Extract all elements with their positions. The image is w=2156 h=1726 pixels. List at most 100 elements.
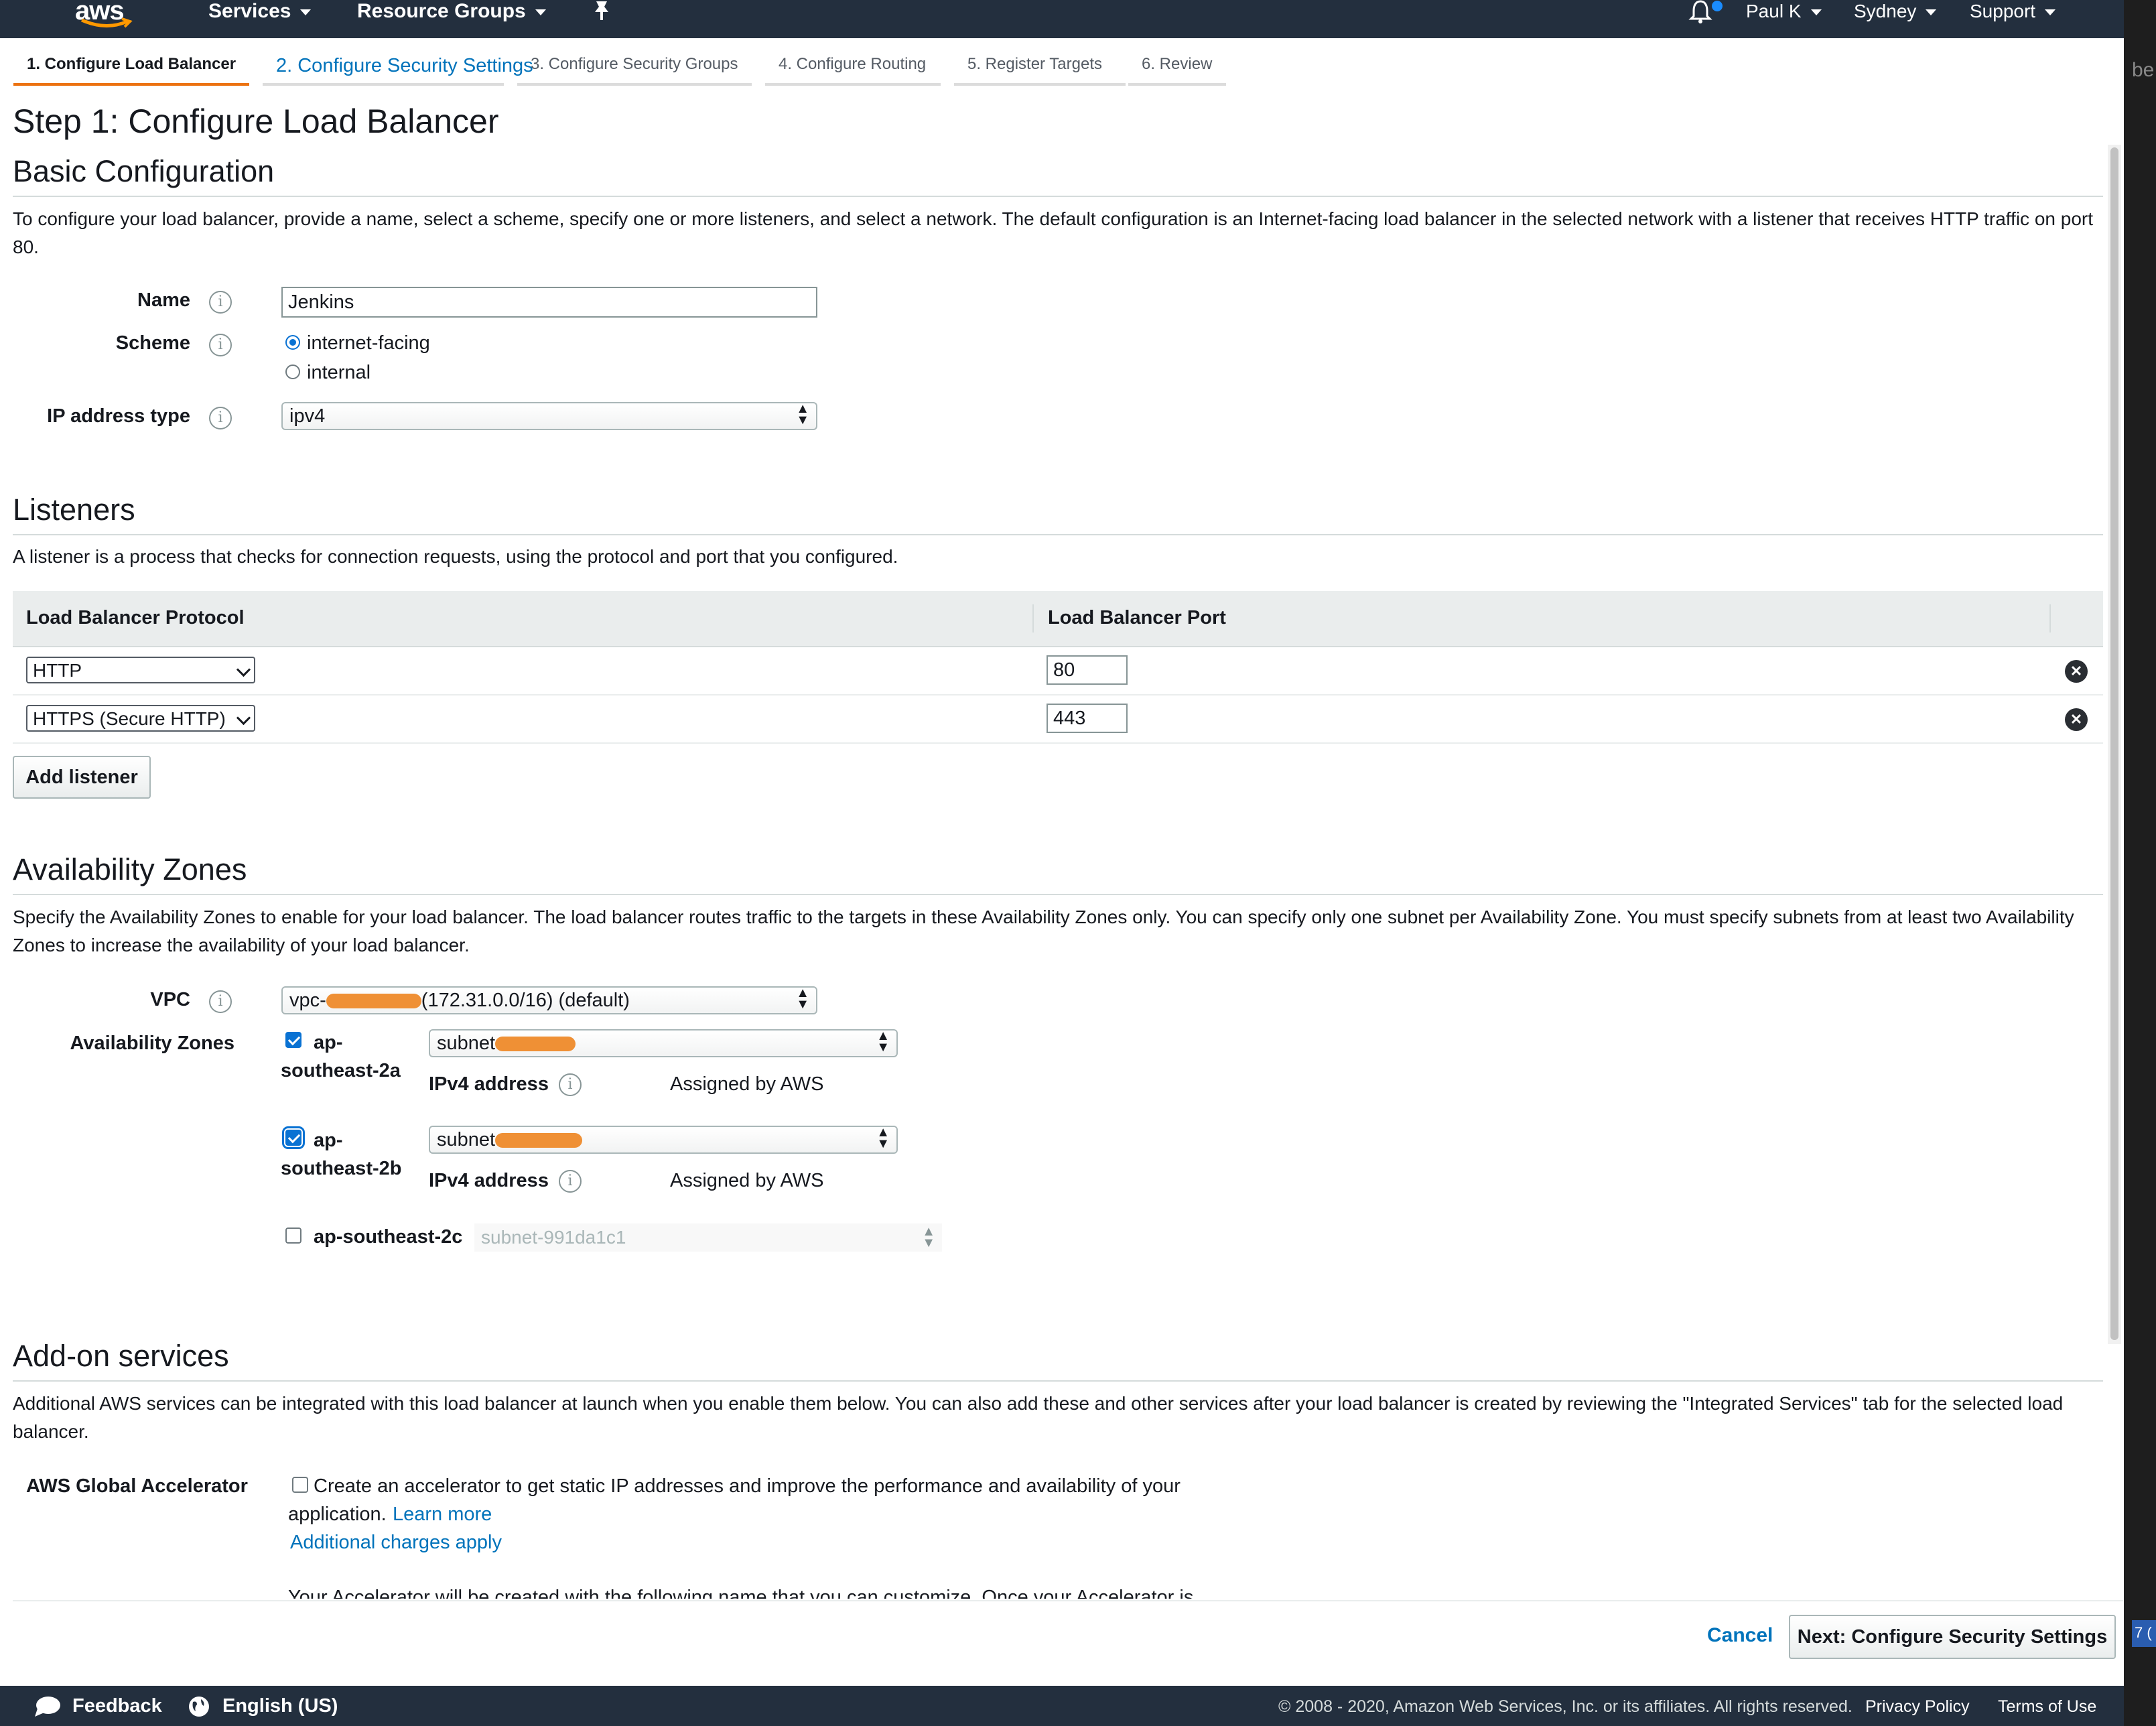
cancel-link[interactable]: Cancel: [1707, 1624, 1773, 1647]
select-arrows-icon: ▲ ▼: [796, 986, 809, 1012]
tab-underline: [1128, 83, 1226, 86]
edge-text-fragment: be: [2132, 59, 2155, 81]
info-icon[interactable]: i: [559, 1073, 582, 1096]
edge-tab[interactable]: 7 (: [2132, 1620, 2156, 1647]
add-listener-button[interactable]: Add listener: [13, 756, 151, 799]
zone-2b-name-line2: southeast-2b: [281, 1158, 402, 1179]
top-navigation-bar: aws Services Resource Groups Paul K Sydn…: [0, 0, 2124, 38]
global-accelerator-label: AWS Global Accelerator: [26, 1475, 248, 1497]
column-header-port: Load Balancer Port: [1048, 607, 1226, 628]
ip-address-type-select[interactable]: ipv4 ▲ ▼: [281, 402, 817, 430]
aws-smile-icon: [80, 17, 133, 28]
section-divider: [13, 196, 2103, 197]
port-input[interactable]: [1047, 655, 1128, 685]
tab-register-targets[interactable]: 5. Register Targets: [967, 55, 1102, 74]
info-icon[interactable]: i: [209, 334, 232, 356]
services-menu[interactable]: Services: [208, 0, 312, 23]
terms-of-use-link[interactable]: Terms of Use: [1998, 1697, 2096, 1717]
console-footer: Feedback English (US) © 2008 - 2020, Ama…: [0, 1686, 2124, 1726]
tab-review[interactable]: 6. Review: [1142, 55, 1212, 74]
select-arrows-icon: ▲ ▼: [876, 1028, 890, 1055]
next-configure-security-settings-button[interactable]: Next: Configure Security Settings: [1789, 1615, 2116, 1659]
ip-address-type-label: IP address type: [47, 405, 190, 427]
language-selector[interactable]: English (US): [222, 1695, 338, 1717]
listeners-heading: Listeners: [13, 492, 135, 527]
protocol-value: HTTPS (Secure HTTP): [33, 708, 226, 729]
subnet-prefix: subnet: [437, 1033, 496, 1054]
protocol-value: HTTP: [33, 660, 82, 681]
availability-zones-heading: Availability Zones: [13, 852, 247, 886]
zone-2b-name-line1: ap-: [314, 1130, 343, 1151]
ipv4-address-value: Assigned by AWS: [670, 1073, 824, 1095]
feedback-icon: [35, 1697, 60, 1717]
basic-configuration-heading: Basic Configuration: [13, 154, 275, 188]
vertical-scrollbar[interactable]: [2108, 145, 2121, 1344]
column-header-protocol: Load Balancer Protocol: [26, 607, 245, 628]
availability-zones-description: Specify the Availability Zones to enable…: [13, 907, 2074, 955]
global-accelerator-text: Create an accelerator to get static IP a…: [314, 1475, 1181, 1497]
protocol-select[interactable]: HTTP: [26, 657, 255, 683]
pin-icon[interactable]: [592, 0, 611, 21]
vpc-cidr: (172.31.0.0/16) (default): [421, 990, 630, 1011]
select-arrows-icon: ▲ ▼: [796, 401, 809, 427]
subnet-prefix: subnet: [437, 1129, 496, 1150]
zone-2a-checkbox[interactable]: [285, 1032, 301, 1048]
support-menu[interactable]: Support: [1970, 0, 2056, 23]
global-accelerator-checkbox[interactable]: [292, 1477, 308, 1493]
services-label: Services: [208, 0, 291, 22]
name-label: Name: [137, 289, 190, 311]
global-accelerator-text-cont: application.: [288, 1504, 387, 1525]
info-icon[interactable]: i: [209, 990, 232, 1013]
learn-more-link[interactable]: Learn more: [393, 1504, 492, 1526]
availability-zones-label: Availability Zones: [70, 1033, 235, 1054]
column-separator: [2049, 604, 2051, 633]
zone-2b-checkbox[interactable]: [282, 1126, 305, 1149]
chevron-down-icon: [2045, 9, 2056, 16]
zone-2c-name: ap-southeast-2c: [314, 1226, 463, 1248]
zone-2c-subnet-select-disabled: subnet-991da1c1 ▲ ▼: [474, 1223, 942, 1252]
resource-groups-menu[interactable]: Resource Groups: [357, 0, 546, 23]
info-icon[interactable]: i: [209, 291, 232, 314]
tab-configure-security-settings[interactable]: 2. Configure Security Settings: [276, 55, 533, 77]
scheme-label: Scheme: [115, 332, 190, 354]
scheme-internal-radio[interactable]: [285, 364, 300, 379]
tab-underline: [517, 83, 752, 86]
vpc-select[interactable]: vpc- (172.31.0.0/16) (default) ▲ ▼: [281, 986, 817, 1014]
select-arrows-icon: ▲ ▼: [876, 1125, 890, 1151]
protocol-select[interactable]: HTTPS (Secure HTTP): [26, 705, 255, 732]
tab-configure-routing[interactable]: 4. Configure Routing: [779, 55, 926, 74]
bell-icon[interactable]: [1688, 0, 1712, 24]
globe-icon: [189, 1697, 209, 1717]
scheme-internet-facing-label[interactable]: internet-facing: [307, 332, 430, 354]
remove-listener-icon[interactable]: ✕: [2065, 660, 2088, 683]
redacted-mark: [495, 1037, 576, 1052]
info-icon[interactable]: i: [559, 1170, 582, 1193]
name-input[interactable]: [281, 287, 817, 318]
vpc-label: VPC: [150, 989, 190, 1010]
tab-active-underline: [13, 83, 249, 86]
zone-2c-checkbox[interactable]: [285, 1227, 301, 1244]
edge-tab-label: 7 (: [2135, 1624, 2152, 1641]
feedback-link[interactable]: Feedback: [72, 1695, 162, 1717]
user-menu[interactable]: Paul K: [1746, 0, 1822, 23]
tab-underline: [954, 83, 1126, 86]
right-edge-panel: be 7 (: [2124, 0, 2156, 1726]
additional-charges-link[interactable]: Additional charges apply: [290, 1532, 502, 1554]
scheme-internal-label[interactable]: internal: [307, 362, 370, 384]
privacy-policy-link[interactable]: Privacy Policy: [1865, 1697, 1970, 1717]
scheme-internet-facing-radio[interactable]: [285, 335, 300, 350]
zone-2b-subnet-select[interactable]: subnet ▲ ▼: [429, 1126, 898, 1154]
section-divider: [13, 894, 2103, 895]
remove-listener-icon[interactable]: ✕: [2065, 708, 2088, 731]
chevron-down-icon: [535, 9, 546, 15]
tab-configure-security-groups[interactable]: 3. Configure Security Groups: [531, 55, 738, 74]
tab-configure-load-balancer[interactable]: 1. Configure Load Balancer: [27, 55, 236, 74]
subnet-value: subnet-991da1c1: [481, 1227, 626, 1248]
scrollbar-thumb[interactable]: [2110, 147, 2118, 1340]
info-icon[interactable]: i: [209, 407, 232, 429]
basic-configuration-description: To configure your load balancer, provide…: [13, 208, 2094, 257]
resource-groups-label: Resource Groups: [357, 0, 526, 22]
port-input[interactable]: [1047, 704, 1128, 733]
zone-2a-subnet-select[interactable]: subnet ▲ ▼: [429, 1029, 898, 1057]
region-menu[interactable]: Sydney: [1854, 0, 1937, 23]
